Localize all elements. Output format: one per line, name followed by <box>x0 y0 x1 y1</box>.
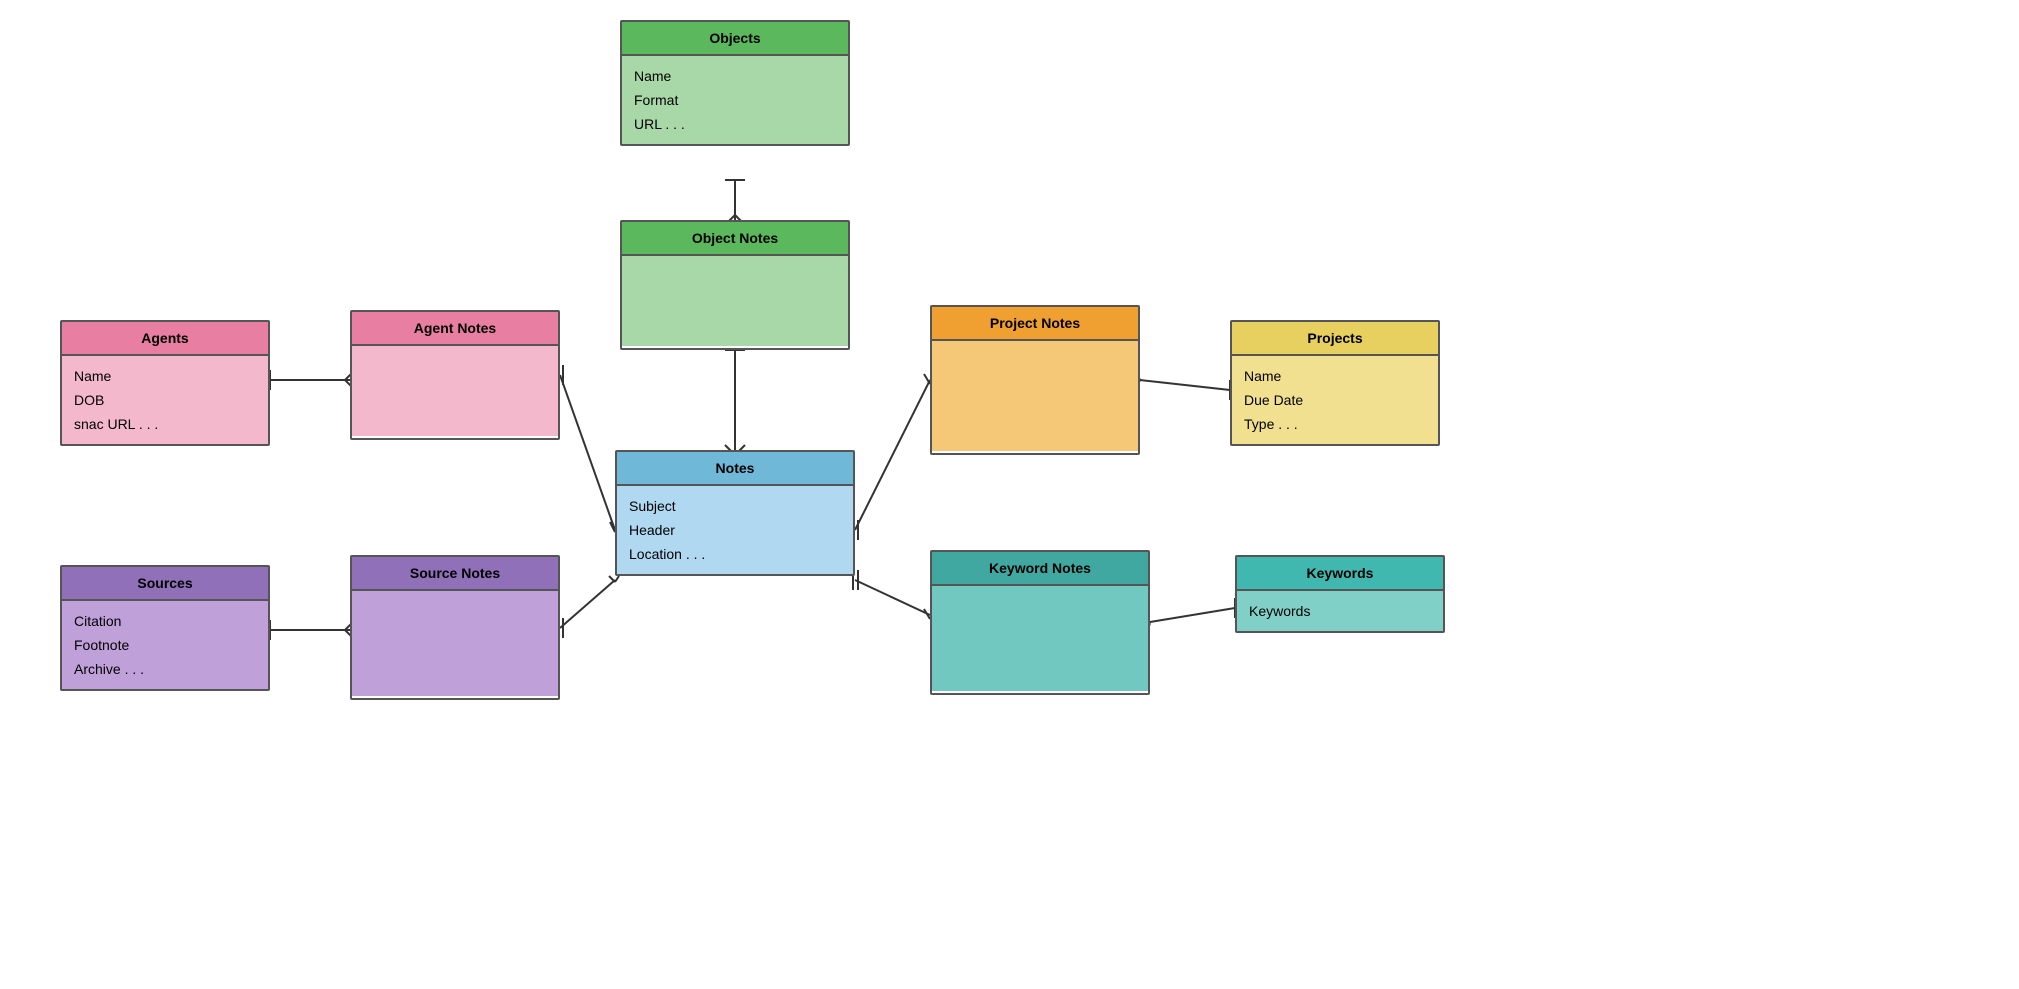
keywords-entity: Keywords Keywords <box>1235 555 1445 633</box>
source-notes-body <box>352 591 558 696</box>
project-notes-header: Project Notes <box>932 307 1138 341</box>
objects-entity: Objects Name Format URL . . . <box>620 20 850 146</box>
objects-body: Name Format URL . . . <box>622 56 848 144</box>
diagram-container: Objects Name Format URL . . . Object Not… <box>0 0 2019 989</box>
notes-field-1: Header <box>629 518 841 542</box>
projects-field-0: Name <box>1244 364 1426 388</box>
objects-header: Objects <box>622 22 848 56</box>
agent-notes-entity: Agent Notes <box>350 310 560 440</box>
sources-body: Citation Footnote Archive . . . <box>62 601 268 689</box>
projects-field-1: Due Date <box>1244 388 1426 412</box>
agent-notes-header: Agent Notes <box>352 312 558 346</box>
notes-entity: Notes Subject Header Location . . . <box>615 450 855 576</box>
keywords-field-0: Keywords <box>1249 599 1431 623</box>
notes-header: Notes <box>617 452 853 486</box>
objects-field-1: Format <box>634 88 836 112</box>
agents-field-2: snac URL . . . <box>74 412 256 436</box>
source-notes-header: Source Notes <box>352 557 558 591</box>
notes-body: Subject Header Location . . . <box>617 486 853 574</box>
sources-field-1: Footnote <box>74 633 256 657</box>
object-notes-entity: Object Notes <box>620 220 850 350</box>
agents-field-1: DOB <box>74 388 256 412</box>
projects-entity: Projects Name Due Date Type . . . <box>1230 320 1440 446</box>
keyword-notes-body <box>932 586 1148 691</box>
notes-field-2: Location . . . <box>629 542 841 566</box>
agents-entity: Agents Name DOB snac URL . . . <box>60 320 270 446</box>
keyword-notes-header: Keyword Notes <box>932 552 1148 586</box>
projects-field-2: Type . . . <box>1244 412 1426 436</box>
agents-header: Agents <box>62 322 268 356</box>
project-notes-body <box>932 341 1138 451</box>
sources-header: Sources <box>62 567 268 601</box>
sources-entity: Sources Citation Footnote Archive . . . <box>60 565 270 691</box>
agents-body: Name DOB snac URL . . . <box>62 356 268 444</box>
sources-field-0: Citation <box>74 609 256 633</box>
agents-field-0: Name <box>74 364 256 388</box>
objects-field-0: Name <box>634 64 836 88</box>
source-notes-entity: Source Notes <box>350 555 560 700</box>
projects-header: Projects <box>1232 322 1438 356</box>
projects-body: Name Due Date Type . . . <box>1232 356 1438 444</box>
object-notes-body <box>622 256 848 346</box>
objects-field-2: URL . . . <box>634 112 836 136</box>
keywords-header: Keywords <box>1237 557 1443 591</box>
connectors-svg <box>0 0 2019 989</box>
keyword-notes-entity: Keyword Notes <box>930 550 1150 695</box>
agent-notes-body <box>352 346 558 436</box>
keywords-body: Keywords <box>1237 591 1443 631</box>
project-notes-entity: Project Notes <box>930 305 1140 455</box>
object-notes-header: Object Notes <box>622 222 848 256</box>
notes-field-0: Subject <box>629 494 841 518</box>
sources-field-2: Archive . . . <box>74 657 256 681</box>
